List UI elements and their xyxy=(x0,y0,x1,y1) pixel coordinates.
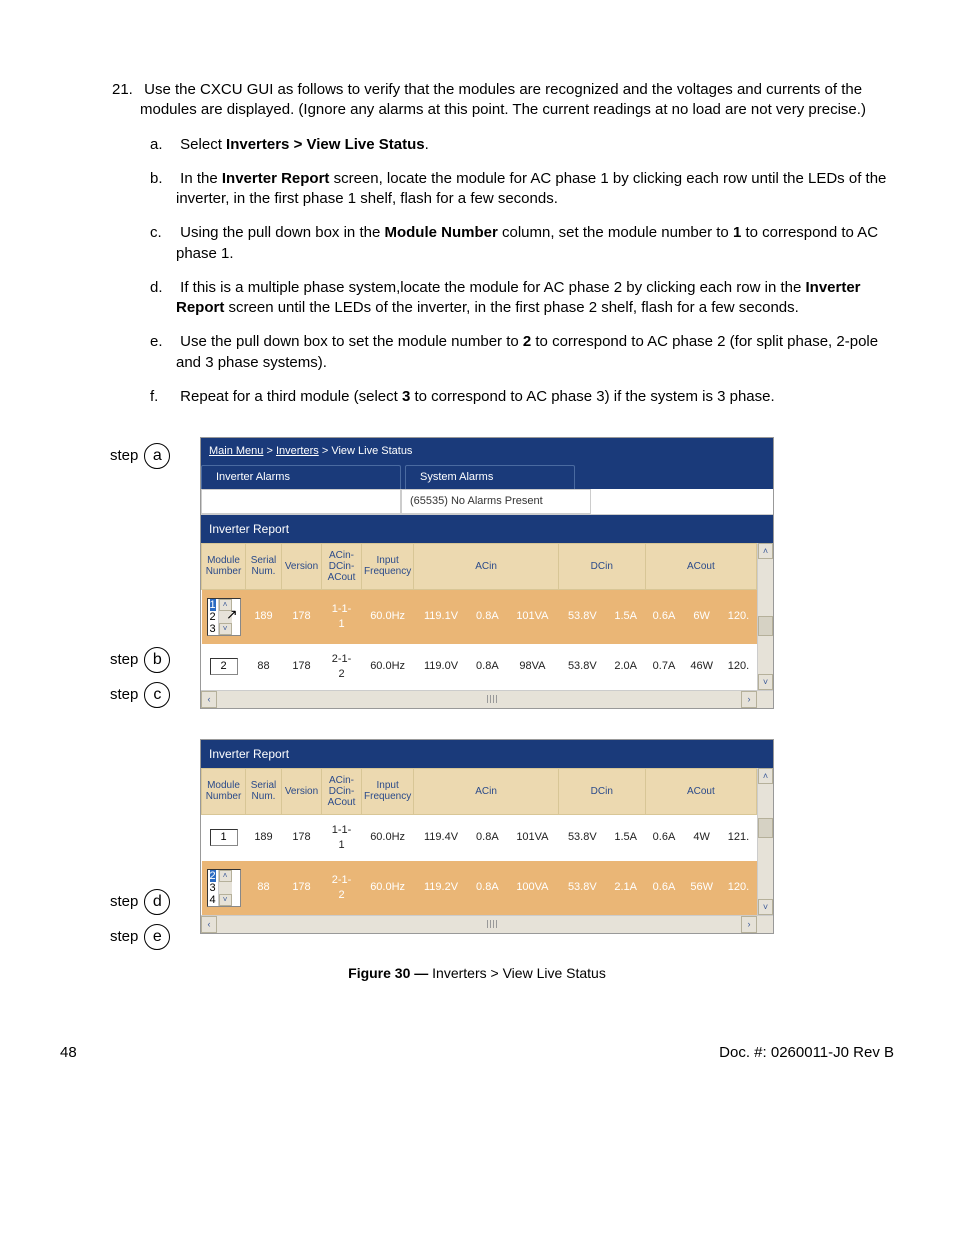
bc-current: View Live Status xyxy=(331,445,412,457)
sub-d: d. If this is a multiple phase system,lo… xyxy=(176,278,894,319)
alarm-tabs: Inverter Alarms System Alarms xyxy=(201,465,773,489)
step-label-e: step e xyxy=(110,924,170,950)
alarm-subrow: (65535) No Alarms Present xyxy=(201,489,773,515)
th-version: Version xyxy=(282,543,322,589)
scroll-grip-icon[interactable] xyxy=(487,695,499,703)
scroll-down-icon[interactable]: ˅ xyxy=(219,894,232,906)
circle-a: a xyxy=(144,443,170,469)
screenshot-1: Main Menu > Inverters > View Live Status… xyxy=(200,437,774,709)
th-acin-dcin-acout: ACin- DCin- ACout xyxy=(322,543,362,589)
intro-text: Use the CXCU GUI as follows to verify th… xyxy=(140,81,866,118)
th-freq: Input Frequency xyxy=(362,543,414,589)
scroll-right-icon[interactable]: › xyxy=(741,691,757,708)
sub-a: a. Select Inverters > View Live Status. xyxy=(176,135,894,155)
module-number-value[interactable]: 2 xyxy=(210,658,238,675)
sub-c: c. Using the pull down box in the Module… xyxy=(176,223,894,264)
sub-b: b. In the Inverter Report screen, locate… xyxy=(176,169,894,210)
step-label-b: step b xyxy=(110,647,170,673)
report-title: Inverter Report xyxy=(201,740,773,768)
sub-f: f. Repeat for a third module (select 3 t… xyxy=(176,387,894,407)
step-label-c: step c xyxy=(110,682,170,708)
th-dcin: DCin xyxy=(558,768,645,814)
scroll-up-icon[interactable]: ˄ xyxy=(219,599,232,611)
circle-b: b xyxy=(144,647,170,673)
scroll-down-icon[interactable]: ˅ xyxy=(219,623,232,635)
table-row[interactable]: 2 3 4 ˄˅ 88 178 2-1- 2 60.0Hz 119.2V xyxy=(202,861,757,915)
scroll-down-icon[interactable]: ˅ xyxy=(758,674,773,690)
screenshot-2: Inverter Report ˄ ˅ Module Number Serial… xyxy=(200,739,774,934)
tab-inverter-alarms[interactable]: Inverter Alarms xyxy=(201,465,401,489)
th-version: Version xyxy=(282,768,322,814)
breadcrumb: Main Menu > Inverters > View Live Status xyxy=(201,438,773,465)
inverter-report-table: Module Number Serial Num. Version ACin- … xyxy=(201,543,757,690)
horizontal-scrollbar[interactable]: ‹ › xyxy=(201,915,773,933)
th-module-number: Module Number xyxy=(202,543,246,589)
bc-main[interactable]: Main Menu xyxy=(209,445,263,457)
sub-e: e. Use the pull down box to set the modu… xyxy=(176,332,894,373)
inverter-report-table: Module Number Serial Num. Version ACin- … xyxy=(201,768,757,915)
th-acin-dcin-acout: ACin- DCin- ACout xyxy=(322,768,362,814)
th-acin: ACin xyxy=(414,768,559,814)
step-21: 21. Use the CXCU GUI as follows to verif… xyxy=(140,80,894,407)
alarm-status: (65535) No Alarms Present xyxy=(401,489,591,514)
circle-e: e xyxy=(144,924,170,950)
scroll-up-icon[interactable]: ˄ xyxy=(219,870,232,882)
page-footer: 48 Doc. #: 0260011-J0 Rev B xyxy=(60,1043,894,1063)
doc-id: Doc. #: 0260011-J0 Rev B xyxy=(719,1043,894,1063)
vertical-scrollbar[interactable]: ˄ ˅ xyxy=(757,543,773,690)
scroll-left-icon[interactable]: ‹ xyxy=(201,691,217,708)
circle-d: d xyxy=(144,889,170,915)
table-row[interactable]: 1 2 3 ˄˅ 189 178 1-1- 1 60.0Hz 119.1V xyxy=(202,589,757,644)
tab-system-alarms[interactable]: System Alarms xyxy=(405,465,575,489)
scroll-up-icon[interactable]: ˄ xyxy=(758,768,773,784)
table-row[interactable]: 2 88 178 2-1- 2 60.0Hz 119.0V 0.8A 98VA … xyxy=(202,644,757,690)
th-freq: Input Frequency xyxy=(362,768,414,814)
bc-inverters[interactable]: Inverters xyxy=(276,445,319,457)
th-serial: Serial Num. xyxy=(246,768,282,814)
scroll-grip-icon[interactable] xyxy=(487,920,499,928)
circle-c: c xyxy=(144,682,170,708)
th-acout: ACout xyxy=(645,543,756,589)
table-row[interactable]: 1 189 178 1-1- 1 60.0Hz 119.4V 0.8A 101V… xyxy=(202,814,757,860)
page-number: 48 xyxy=(60,1043,77,1063)
th-module-number: Module Number xyxy=(202,768,246,814)
module-number-select[interactable]: 1 2 3 ˄˅ xyxy=(207,598,241,636)
figure-caption: Figure 30 — Inverters > View Live Status xyxy=(60,964,894,983)
scroll-up-icon[interactable]: ˄ xyxy=(758,543,773,559)
report-title: Inverter Report xyxy=(201,515,773,543)
th-acin: ACin xyxy=(414,543,559,589)
th-dcin: DCin xyxy=(558,543,645,589)
scroll-right-icon[interactable]: › xyxy=(741,916,757,933)
horizontal-scrollbar[interactable]: ‹ › xyxy=(201,690,773,708)
scroll-left-icon[interactable]: ‹ xyxy=(201,916,217,933)
th-acout: ACout xyxy=(645,768,756,814)
th-serial: Serial Num. xyxy=(246,543,282,589)
step-label-d: step d xyxy=(110,889,170,915)
vertical-scrollbar[interactable]: ˄ ˅ xyxy=(757,768,773,915)
list-number: 21. xyxy=(112,80,140,100)
module-number-value[interactable]: 1 xyxy=(210,829,238,846)
scroll-down-icon[interactable]: ˅ xyxy=(758,899,773,915)
module-number-select[interactable]: 2 3 4 ˄˅ xyxy=(207,869,241,907)
step-label-a: step a xyxy=(110,443,170,469)
